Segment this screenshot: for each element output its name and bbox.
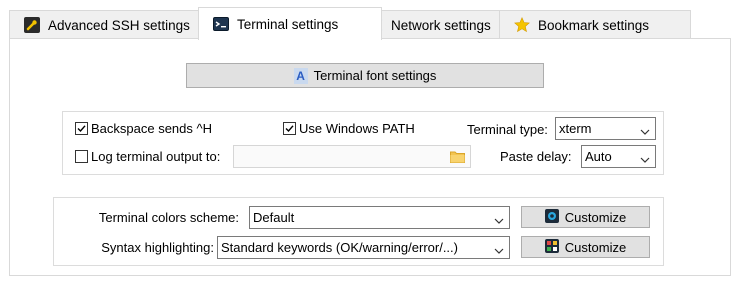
checkbox-box[interactable] (75, 150, 88, 163)
log-output-path-field[interactable] (233, 145, 471, 168)
checkbox-label: Use Windows PATH (299, 121, 415, 136)
tab-advanced-ssh-settings[interactable]: Advanced SSH settings (9, 10, 228, 39)
log-terminal-output-checkbox[interactable]: Log terminal output to: (75, 149, 220, 164)
checkbox-label: Backspace sends ^H (91, 121, 212, 136)
tab-terminal-settings[interactable]: Terminal settings (198, 7, 382, 40)
syntax-highlighting-label: Syntax highlighting: (101, 240, 214, 255)
tab-label: Network settings (391, 17, 491, 33)
terminal-colors-group: Terminal colors scheme: Default Customiz… (53, 197, 664, 266)
chevron-down-icon (494, 213, 504, 224)
paste-delay-select[interactable]: Auto (581, 145, 656, 168)
backspace-sends-ctrl-h-checkbox[interactable]: Backspace sends ^H (75, 121, 212, 136)
syntax-palette-icon (544, 238, 559, 256)
font-icon: A (293, 67, 308, 84)
chevron-down-icon (640, 124, 650, 135)
button-label: Customize (564, 239, 627, 255)
checkbox-box[interactable] (283, 122, 296, 135)
use-windows-path-checkbox[interactable]: Use Windows PATH (283, 121, 415, 136)
selected-value: Default (253, 210, 295, 225)
selected-value: Auto (585, 149, 612, 164)
terminal-icon (213, 16, 229, 32)
tab-label: Bookmark settings (538, 17, 650, 33)
customize-syntax-button[interactable]: Customize (521, 236, 650, 258)
tab-label: Terminal settings (237, 16, 339, 32)
chevron-down-icon (494, 243, 504, 254)
tab-label: Advanced SSH settings (48, 17, 190, 33)
terminal-type-label: Terminal type: (467, 122, 548, 137)
chevron-down-icon (640, 152, 650, 163)
terminal-colors-scheme-select[interactable]: Default (249, 206, 510, 229)
wrench-icon (24, 17, 40, 33)
terminal-options-group: Backspace sends ^H Use Windows PATH Term… (62, 111, 664, 175)
button-label: Terminal font settings (313, 68, 437, 83)
customize-colors-button[interactable]: Customize (521, 206, 650, 228)
color-scheme-icon (544, 208, 559, 226)
star-icon (514, 17, 530, 33)
button-label: Customize (564, 209, 627, 225)
terminal-font-settings-button[interactable]: A Terminal font settings (186, 63, 544, 88)
selected-value: Standard keywords (OK/warning/error/...) (221, 240, 458, 255)
paste-delay-label: Paste delay: (500, 149, 572, 164)
syntax-highlighting-select[interactable]: Standard keywords (OK/warning/error/...) (217, 236, 510, 259)
checkbox-label: Log terminal output to: (91, 149, 221, 164)
folder-icon[interactable] (450, 150, 465, 166)
selected-value: xterm (559, 121, 592, 136)
terminal-type-select[interactable]: xterm (555, 117, 656, 140)
checkbox-box[interactable] (75, 122, 88, 135)
tab-bookmark-settings[interactable]: Bookmark settings (499, 10, 691, 39)
terminal-colors-scheme-label: Terminal colors scheme: (98, 210, 239, 225)
